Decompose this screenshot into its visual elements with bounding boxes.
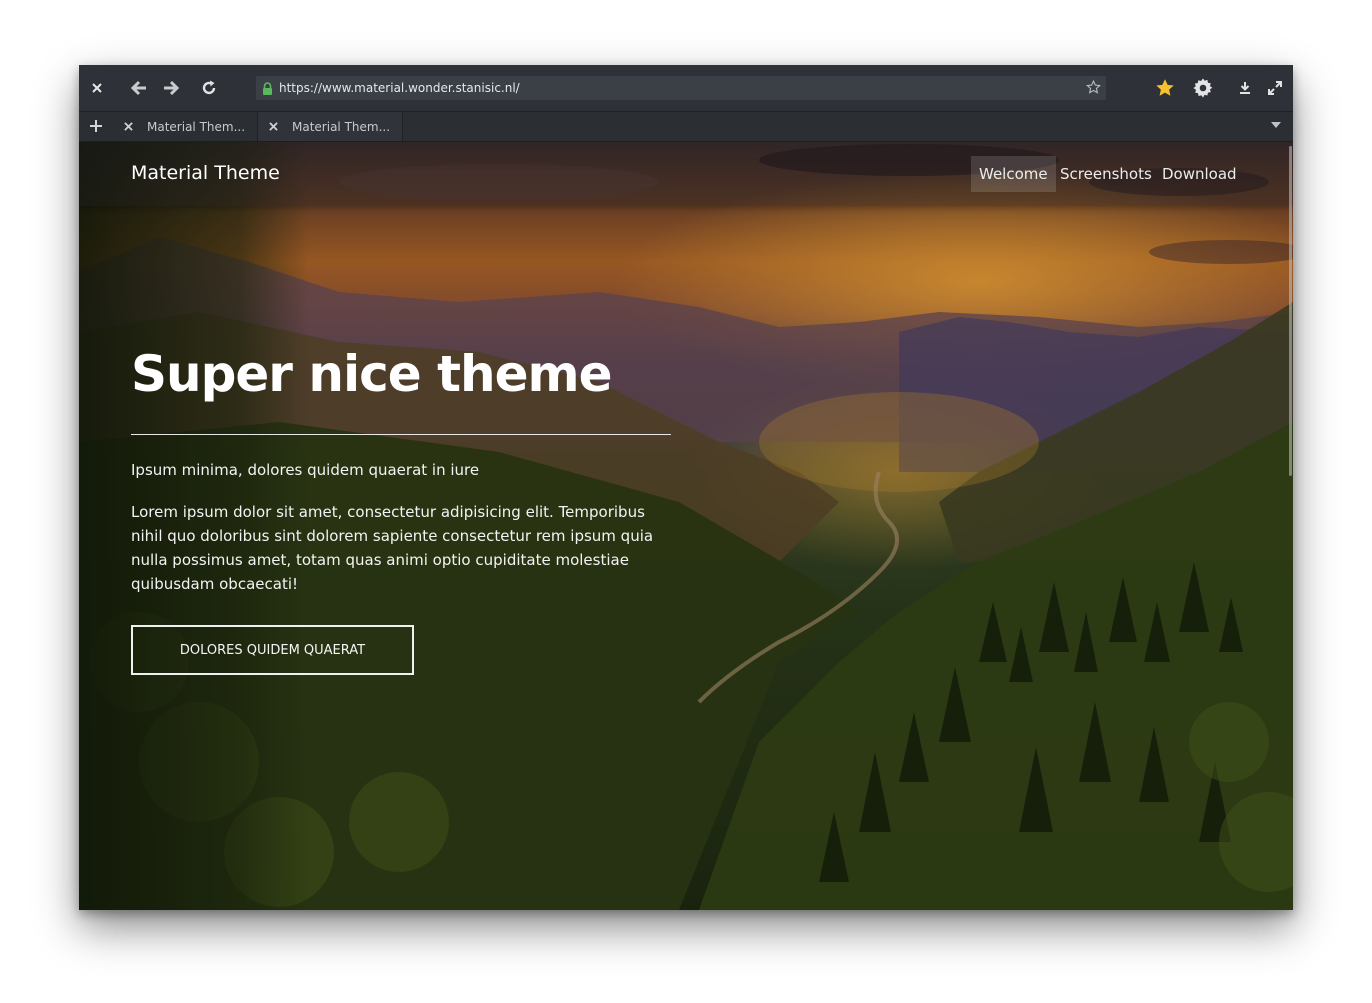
hero-subtitle: Ipsum minima, dolores quidem quaerat in … (131, 461, 480, 479)
gear-icon[interactable] (1190, 75, 1216, 101)
browser-toolbar: https://www.material.wonder.stanisic.nl/ (79, 65, 1293, 112)
tab-1[interactable]: Material Them... (113, 112, 258, 141)
tab-title: Material Them... (147, 119, 246, 134)
arrow-left-icon[interactable] (126, 75, 152, 101)
url-bar[interactable]: https://www.material.wonder.stanisic.nl/ (256, 76, 1106, 100)
url-text[interactable]: https://www.material.wonder.stanisic.nl/ (279, 81, 520, 95)
lock-icon (262, 81, 273, 95)
tab-2[interactable]: Material Them... (257, 112, 403, 141)
tab-close-icon[interactable] (121, 122, 135, 131)
site-navbar: Material Theme Welcome Screenshots Downl… (79, 142, 1293, 206)
nav-welcome[interactable]: Welcome (971, 156, 1056, 192)
hero-divider (131, 434, 671, 435)
tab-strip: Material Them... Material Them... (79, 112, 1293, 142)
tab-close-icon[interactable] (266, 122, 280, 131)
chevron-down-icon[interactable] (1271, 122, 1281, 129)
page-scrollbar[interactable] (1289, 146, 1292, 476)
star-filled-icon[interactable] (1152, 75, 1178, 101)
expand-icon[interactable] (1262, 75, 1288, 101)
hero-cta-button[interactable]: DOLORES QUIDEM QUAERAT (131, 625, 414, 675)
nav-screenshots[interactable]: Screenshots (1052, 156, 1160, 192)
arrow-right-icon[interactable] (158, 75, 184, 101)
browser-window: https://www.material.wonder.stanisic.nl/… (79, 65, 1293, 910)
nav-download[interactable]: Download (1154, 156, 1245, 192)
plus-icon[interactable] (89, 119, 103, 133)
reload-icon[interactable] (196, 75, 222, 101)
hero-title: Super nice theme (131, 345, 612, 403)
page-content: Material Theme Welcome Screenshots Downl… (79, 142, 1293, 910)
star-outline-icon[interactable] (1085, 79, 1102, 96)
download-icon[interactable] (1232, 75, 1258, 101)
site-brand[interactable]: Material Theme (131, 162, 280, 184)
tab-title: Material Them... (292, 119, 391, 134)
hero-body-text: Lorem ipsum dolor sit amet, consectetur … (131, 503, 654, 593)
close-icon[interactable] (84, 75, 110, 101)
